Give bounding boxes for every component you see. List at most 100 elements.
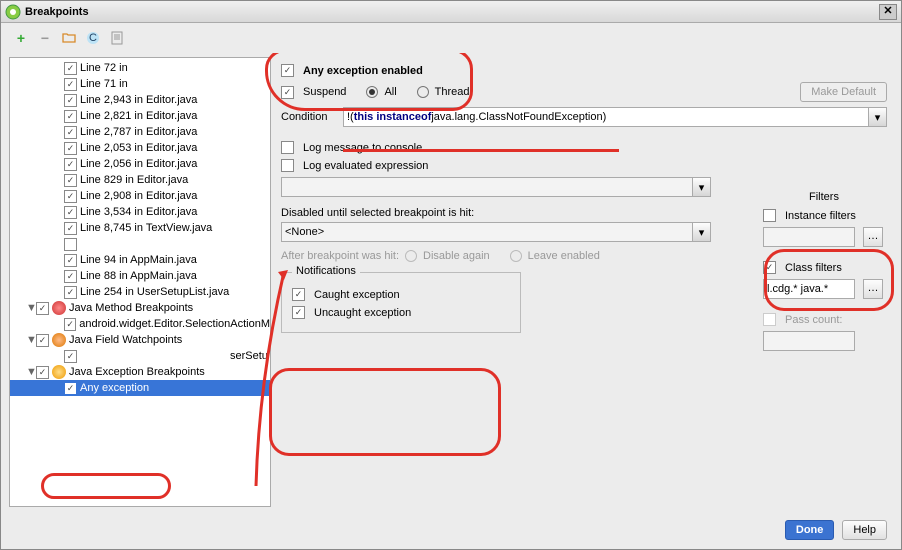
help-button[interactable]: Help (842, 520, 887, 540)
done-button[interactable]: Done (785, 520, 835, 540)
make-default-button[interactable]: Make Default (800, 82, 887, 102)
all-label: All (384, 86, 396, 98)
browse-button[interactable]: … (863, 279, 883, 299)
checkbox[interactable] (36, 302, 49, 315)
expand-icon[interactable]: ▼ (26, 302, 36, 314)
tree-group-label: Java Method Breakpoints (69, 302, 193, 314)
caught-checkbox[interactable] (292, 288, 305, 301)
tree-item-label: Line 2,056 in Editor.java (80, 158, 197, 170)
tree-item-label: Line 2,908 in Editor.java (80, 190, 197, 202)
tree-item[interactable]: Line 2,787 in Editor.java (10, 124, 270, 140)
breakpoints-toolbar: + − C (9, 27, 893, 49)
breakpoints-tree[interactable]: Line 72 in Line 71 in Line 2,943 in Edit… (10, 58, 270, 506)
notifications-group: Notifications Caught exception Uncaught … (281, 272, 521, 333)
checkbox[interactable] (64, 222, 77, 235)
checkbox[interactable] (64, 206, 77, 219)
log-console-checkbox[interactable] (281, 141, 294, 154)
close-icon[interactable]: ✕ (879, 4, 897, 20)
dialog-footer: Done Help (1, 511, 901, 549)
tree-group-label: Java Exception Breakpoints (69, 366, 205, 378)
checkbox[interactable] (64, 62, 77, 75)
condition-input[interactable]: !(this instanceof java.lang.ClassNotFoun… (343, 107, 869, 127)
disable-again-radio (405, 250, 417, 262)
tree-group-exception[interactable]: ▼ Java Exception Breakpoints (10, 364, 270, 380)
add-icon[interactable]: + (13, 30, 29, 46)
tree-group-method[interactable]: ▼ Java Method Breakpoints (10, 300, 270, 316)
tree-item[interactable]: android.widget.Editor.SelectionActionM (10, 316, 270, 332)
cycle-icon[interactable]: C (85, 30, 101, 46)
enabled-label: Any exception enabled (303, 65, 423, 77)
thread-radio[interactable] (417, 86, 429, 98)
breakpoint-detail-panel: Any exception enabled Suspend All Thread… (271, 53, 901, 511)
disable-again-label: Disable again (423, 250, 490, 262)
tree-item-label: Line 8,745 in TextView.java (80, 222, 212, 234)
tree-item[interactable]: Line 72 in (10, 60, 270, 76)
checkbox[interactable] (64, 126, 77, 139)
tree-item-label: Line 94 in AppMain.java (80, 254, 197, 266)
pass-count-input (763, 331, 855, 351)
field-watchpoint-icon (52, 333, 66, 347)
instance-filters-checkbox[interactable] (763, 209, 776, 222)
class-filters-checkbox[interactable] (763, 261, 776, 274)
tree-item[interactable]: Line 829 in Editor.java (10, 172, 270, 188)
class-filters-input[interactable] (763, 279, 855, 299)
checkbox[interactable] (64, 174, 77, 187)
checkbox[interactable] (64, 318, 76, 331)
remove-icon[interactable]: − (37, 30, 53, 46)
checkbox[interactable] (64, 286, 77, 299)
suspend-checkbox[interactable] (281, 86, 294, 99)
tree-item[interactable]: Line 8,745 in TextView.java (10, 220, 270, 236)
dropdown-icon[interactable]: ▾ (869, 107, 887, 127)
checkbox[interactable] (64, 94, 77, 107)
expand-icon[interactable]: ▼ (26, 366, 36, 378)
tree-item[interactable]: Line 3,534 in Editor.java (10, 204, 270, 220)
filters-panel: Filters Instance filters … Class filters… (763, 191, 885, 356)
dropdown-icon[interactable]: ▾ (693, 177, 711, 197)
tree-item[interactable]: Line 88 in AppMain.java (10, 268, 270, 284)
tree-item-label: Line 88 in AppMain.java (80, 270, 197, 282)
log-eval-checkbox[interactable] (281, 159, 294, 172)
tree-item[interactable] (10, 236, 270, 252)
tree-item[interactable]: Line 2,908 in Editor.java (10, 188, 270, 204)
browse-button[interactable]: … (863, 227, 883, 247)
tree-item[interactable]: Line 2,056 in Editor.java (10, 156, 270, 172)
log-eval-input[interactable] (281, 177, 693, 197)
folder-icon[interactable] (61, 30, 77, 46)
checkbox[interactable] (64, 238, 77, 251)
checkbox[interactable] (64, 190, 77, 203)
tree-item[interactable]: Line 2,943 in Editor.java (10, 92, 270, 108)
checkbox[interactable] (64, 254, 77, 267)
uncaught-checkbox[interactable] (292, 306, 305, 319)
checkbox[interactable] (64, 78, 77, 91)
tree-item-any-exception[interactable]: Any exception (10, 380, 270, 396)
tree-item[interactable]: Line 2,053 in Editor.java (10, 140, 270, 156)
checkbox[interactable] (64, 382, 77, 395)
filters-header: Filters (763, 191, 885, 203)
expand-icon[interactable]: ▼ (26, 334, 36, 346)
checkbox[interactable] (64, 350, 77, 363)
disabled-until-combo: <None> ▾ (281, 222, 711, 242)
checkbox[interactable] (64, 158, 77, 171)
checkbox[interactable] (64, 142, 77, 155)
checkbox[interactable] (64, 110, 77, 123)
log-eval-label: Log evaluated expression (303, 160, 428, 172)
all-radio[interactable] (366, 86, 378, 98)
thread-label: Thread (435, 86, 470, 98)
disabled-until-select[interactable]: <None> (281, 222, 693, 242)
method-breakpoint-icon (52, 301, 66, 315)
title-bar: Breakpoints ✕ (1, 1, 901, 23)
tree-group-field[interactable]: ▼Java Field Watchpoints (10, 332, 270, 348)
tree-item[interactable]: serSetu (10, 348, 270, 364)
dropdown-icon[interactable]: ▾ (693, 222, 711, 242)
tree-item[interactable]: Line 254 in UserSetupList.java (10, 284, 270, 300)
checkbox[interactable] (64, 270, 77, 283)
checkbox[interactable] (36, 366, 49, 379)
enabled-checkbox[interactable] (281, 64, 294, 77)
breakpoints-tree-panel: Line 72 in Line 71 in Line 2,943 in Edit… (9, 57, 271, 507)
page-icon[interactable] (109, 30, 125, 46)
tree-item[interactable]: Line 94 in AppMain.java (10, 252, 270, 268)
tree-item[interactable]: Line 2,821 in Editor.java (10, 108, 270, 124)
condition-label: Condition (281, 111, 337, 123)
tree-item[interactable]: Line 71 in (10, 76, 270, 92)
checkbox[interactable] (36, 334, 49, 347)
